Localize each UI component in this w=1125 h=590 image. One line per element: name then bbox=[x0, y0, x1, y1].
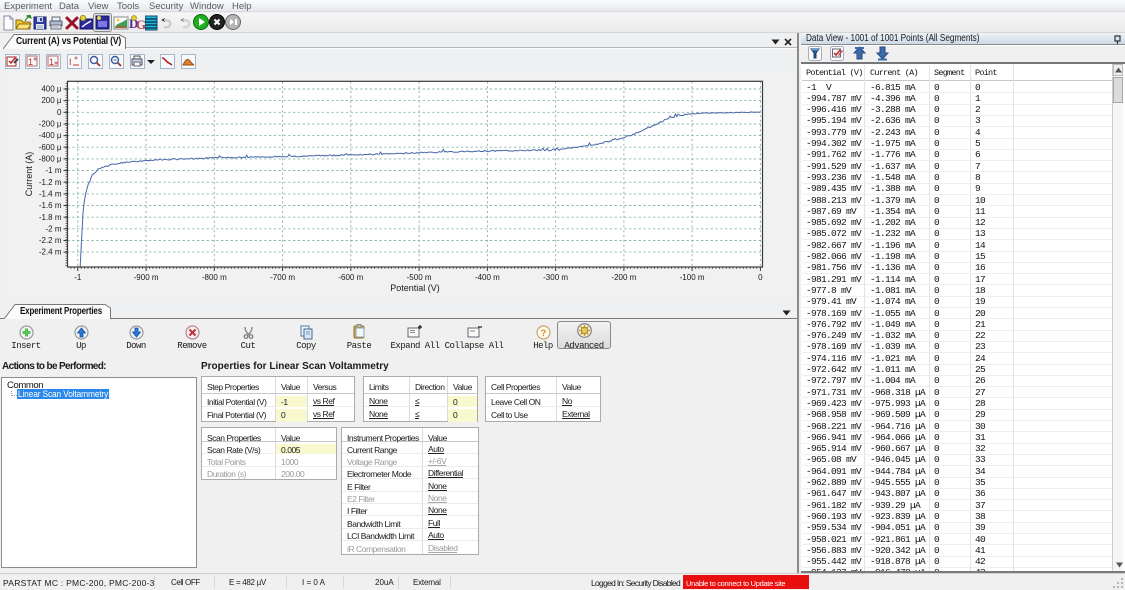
svg-text:-800 μ: -800 μ bbox=[39, 155, 62, 164]
svg-text:1: 1 bbox=[49, 57, 54, 67]
svg-text:-200 μ: -200 μ bbox=[39, 120, 62, 129]
svg-text:-400 m: -400 m bbox=[475, 273, 500, 282]
svg-text:-2.2 m: -2.2 m bbox=[39, 236, 62, 245]
svg-text:-700 m: -700 m bbox=[270, 273, 295, 282]
svg-text:-2 m: -2 m bbox=[46, 224, 62, 233]
svg-text:Current (A): Current (A) bbox=[24, 152, 34, 197]
svg-text:400 μ: 400 μ bbox=[41, 85, 62, 94]
svg-text:-500 m: -500 m bbox=[407, 273, 432, 282]
svg-text:G: G bbox=[136, 17, 145, 31]
svg-text:-600 m: -600 m bbox=[338, 273, 363, 282]
svg-text:-1.4 m: -1.4 m bbox=[39, 190, 62, 199]
svg-text:-300 m: -300 m bbox=[543, 273, 568, 282]
svg-text:-1.8 m: -1.8 m bbox=[39, 213, 62, 222]
svg-text:-600 μ: -600 μ bbox=[39, 143, 62, 152]
svg-text:-1.2 m: -1.2 m bbox=[39, 178, 62, 187]
svg-text:-100 m: -100 m bbox=[680, 273, 705, 282]
svg-text:0: 0 bbox=[57, 108, 62, 117]
svg-text:-200 m: -200 m bbox=[611, 273, 636, 282]
svg-text:Potential (V): Potential (V) bbox=[390, 283, 440, 293]
svg-text:-1 m: -1 m bbox=[46, 166, 62, 175]
svg-text:0: 0 bbox=[758, 273, 763, 282]
svg-text:-1.6 m: -1.6 m bbox=[39, 201, 62, 210]
svg-text:1: 1 bbox=[28, 57, 33, 67]
svg-text:-900 m: -900 m bbox=[134, 273, 159, 282]
svg-text:?: ? bbox=[541, 328, 547, 339]
svg-text:-800 m: -800 m bbox=[202, 273, 227, 282]
svg-text:-400 μ: -400 μ bbox=[39, 131, 62, 140]
svg-text:-1: -1 bbox=[74, 273, 82, 282]
svg-text:I: I bbox=[69, 57, 72, 67]
svg-text:-2.4 m: -2.4 m bbox=[39, 248, 62, 257]
svg-text:200 μ: 200 μ bbox=[41, 96, 62, 105]
